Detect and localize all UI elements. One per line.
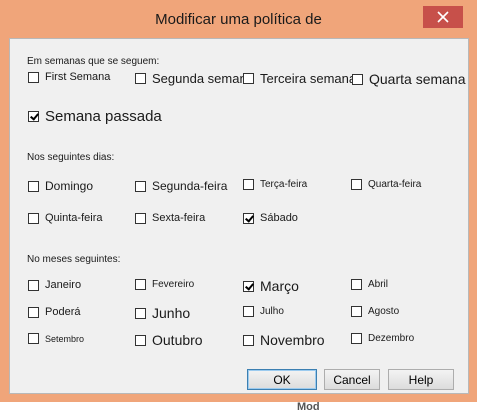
close-button[interactable] bbox=[423, 6, 463, 28]
checkbox-day-monday[interactable]: Segunda-feira bbox=[135, 179, 227, 193]
dialog-body: Em semanas que se seguem: First Semana S… bbox=[9, 38, 469, 394]
checkbox-label: Quarta-feira bbox=[368, 179, 422, 190]
checkbox-label: Quarta semana bbox=[369, 71, 466, 87]
checkbox-month-may[interactable]: Poderá bbox=[28, 306, 80, 318]
checkbox-box[interactable] bbox=[351, 306, 362, 317]
weeks-heading: Em semanas que se seguem: bbox=[27, 56, 160, 67]
months-heading: No meses seguintes: bbox=[27, 254, 121, 265]
dialog-title: Modificar uma política de bbox=[155, 11, 322, 28]
title-bar[interactable]: Modificar uma política de bbox=[0, 0, 477, 38]
checkbox-day-thursday[interactable]: Quinta-feira bbox=[28, 212, 102, 224]
checkbox-box[interactable] bbox=[243, 73, 254, 84]
checkbox-box-checked[interactable] bbox=[243, 280, 254, 292]
checkbox-label: Poderá bbox=[45, 306, 81, 318]
checkbox-month-january[interactable]: Janeiro bbox=[28, 279, 81, 291]
checkbox-label: Abril bbox=[368, 279, 389, 290]
checkbox-label: Fevereiro bbox=[152, 279, 195, 290]
checkbox-box[interactable] bbox=[28, 279, 39, 291]
checkbox-month-december[interactable]: Dezembro bbox=[351, 333, 414, 344]
checkbox-box[interactable] bbox=[243, 306, 254, 317]
checkbox-box[interactable] bbox=[135, 307, 146, 319]
checkbox-week-fourth[interactable]: Quarta semana bbox=[352, 71, 466, 87]
checkbox-box[interactable] bbox=[135, 73, 146, 84]
checkbox-box[interactable] bbox=[28, 180, 39, 192]
close-icon bbox=[437, 11, 449, 23]
help-button[interactable]: Help bbox=[388, 369, 454, 390]
checkbox-month-april[interactable]: Abril bbox=[351, 279, 388, 290]
checkbox-label: Agosto bbox=[368, 306, 400, 317]
checkbox-month-october[interactable]: Outubro bbox=[135, 332, 203, 348]
checkbox-box[interactable] bbox=[135, 279, 146, 290]
checkbox-label: Segunda-feira bbox=[152, 179, 228, 193]
checkbox-label: Outubro bbox=[152, 332, 203, 348]
checkbox-label: Setembro bbox=[45, 333, 85, 344]
checkbox-label: Novembro bbox=[260, 332, 325, 348]
checkbox-box[interactable] bbox=[28, 71, 39, 83]
cancel-button[interactable]: Cancel bbox=[324, 369, 380, 390]
checkbox-week-second[interactable]: Segunda semana bbox=[135, 71, 254, 86]
checkbox-label: Semana passada bbox=[45, 108, 162, 125]
checkbox-day-tuesday[interactable]: Terça-feira bbox=[243, 179, 307, 190]
background-strip bbox=[0, 402, 477, 410]
checkbox-day-saturday[interactable]: Sábado bbox=[243, 212, 298, 224]
checkbox-box-checked[interactable] bbox=[28, 111, 39, 122]
checkbox-label: Sexta-feira bbox=[152, 212, 206, 224]
checkbox-box[interactable] bbox=[135, 180, 146, 192]
checkbox-month-july[interactable]: Julho bbox=[243, 306, 284, 317]
checkbox-day-sunday[interactable]: Domingo bbox=[28, 179, 93, 193]
checkbox-box[interactable] bbox=[351, 179, 362, 190]
checkbox-label: Quinta-feira bbox=[45, 212, 103, 224]
ok-button[interactable]: OK bbox=[247, 369, 317, 390]
checkbox-box[interactable] bbox=[28, 333, 39, 344]
checkbox-month-march[interactable]: Março bbox=[243, 278, 299, 294]
checkbox-label: Terça-feira bbox=[260, 179, 308, 190]
checkbox-label: Segunda semana bbox=[152, 71, 254, 86]
checkbox-month-november[interactable]: Novembro bbox=[243, 332, 325, 348]
checkbox-month-august[interactable]: Agosto bbox=[351, 306, 399, 317]
checkbox-box[interactable] bbox=[28, 306, 39, 318]
checkbox-label: First Semana bbox=[45, 71, 111, 83]
checkbox-box[interactable] bbox=[135, 334, 146, 346]
checkbox-label: Dezembro bbox=[368, 333, 415, 344]
checkbox-week-third[interactable]: Terceira semana bbox=[243, 71, 356, 86]
checkbox-label: Domingo bbox=[45, 179, 94, 193]
checkbox-box-checked[interactable] bbox=[243, 212, 254, 224]
checkbox-label: Junho bbox=[152, 305, 191, 321]
checkbox-label: Janeiro bbox=[45, 279, 82, 291]
checkbox-label: Terceira semana bbox=[260, 71, 357, 86]
checkbox-week-first[interactable]: First Semana bbox=[28, 71, 110, 83]
checkbox-box[interactable] bbox=[352, 73, 363, 85]
checkbox-box[interactable] bbox=[243, 334, 254, 346]
background-text-fragment: Mod bbox=[297, 401, 320, 413]
checkbox-label: Sábado bbox=[260, 212, 298, 224]
checkbox-box[interactable] bbox=[351, 279, 362, 290]
checkbox-box[interactable] bbox=[351, 333, 362, 344]
checkbox-week-last[interactable]: Semana passada bbox=[28, 108, 162, 125]
checkbox-month-september[interactable]: Setembro bbox=[28, 333, 84, 344]
checkbox-box[interactable] bbox=[28, 212, 39, 224]
dialog-window: Modificar uma política de Em semanas que… bbox=[0, 0, 477, 402]
days-heading: Nos seguintes dias: bbox=[27, 152, 115, 163]
checkbox-label: Março bbox=[260, 278, 299, 294]
checkbox-day-friday[interactable]: Sexta-feira bbox=[135, 212, 205, 224]
checkbox-month-june[interactable]: Junho bbox=[135, 305, 190, 321]
checkbox-box[interactable] bbox=[135, 212, 146, 224]
checkbox-month-february[interactable]: Fevereiro bbox=[135, 279, 194, 290]
checkbox-box[interactable] bbox=[243, 179, 254, 190]
checkbox-day-wednesday[interactable]: Quarta-feira bbox=[351, 179, 421, 190]
checkbox-label: Julho bbox=[260, 306, 284, 317]
